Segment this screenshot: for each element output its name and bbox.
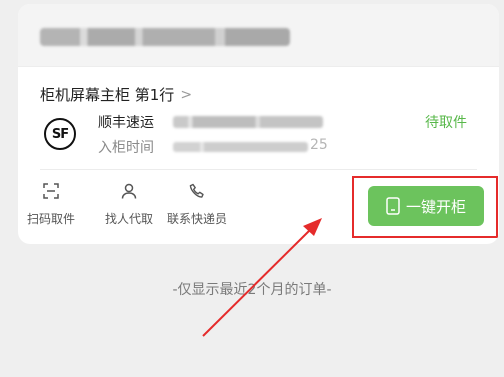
- contact-courier-button[interactable]: 联系快递员: [164, 182, 230, 227]
- open-cabinet-button[interactable]: 一键开柜: [368, 186, 484, 226]
- scan-pickup-button[interactable]: 扫码取件: [18, 182, 84, 227]
- open-cabinet-label: 一键开柜: [405, 198, 466, 216]
- time-suffix: 25: [310, 137, 328, 153]
- time-label: 入柜时间: [98, 140, 154, 156]
- footer-note: -仅显示最近2个月的订单-: [172, 282, 332, 298]
- phone-icon: [189, 183, 204, 198]
- proxy-pickup-label: 找人代取: [104, 212, 153, 226]
- person-icon: [121, 183, 137, 199]
- sf-express-logo: SF: [44, 118, 76, 150]
- blurred-tracking-number: [173, 116, 323, 128]
- cabinet-label: 柜机屏幕主柜 第1行: [40, 86, 175, 104]
- highlight-box: 一键开柜: [352, 176, 498, 238]
- chevron-right-icon: >: [180, 86, 193, 103]
- scan-pickup-label: 扫码取件: [26, 212, 75, 226]
- status-badge: 待取件: [425, 115, 467, 131]
- order-card: 柜机屏幕主柜 第1行 > SF 顺丰速运 待取件 入柜时间 25 扫码取件 找人…: [18, 4, 499, 244]
- blurred-time-value: [173, 142, 308, 152]
- contact-courier-label: 联系快递员: [166, 212, 227, 226]
- courier-name: 顺丰速运: [98, 115, 154, 131]
- blurred-title: [40, 28, 290, 46]
- card-header: [18, 4, 499, 67]
- cabinet-location-link[interactable]: 柜机屏幕主柜 第1行 >: [40, 84, 192, 105]
- divider: [40, 169, 477, 170]
- proxy-pickup-button[interactable]: 找人代取: [96, 182, 162, 227]
- scan-icon: [43, 183, 59, 199]
- cabinet-icon: [386, 197, 400, 215]
